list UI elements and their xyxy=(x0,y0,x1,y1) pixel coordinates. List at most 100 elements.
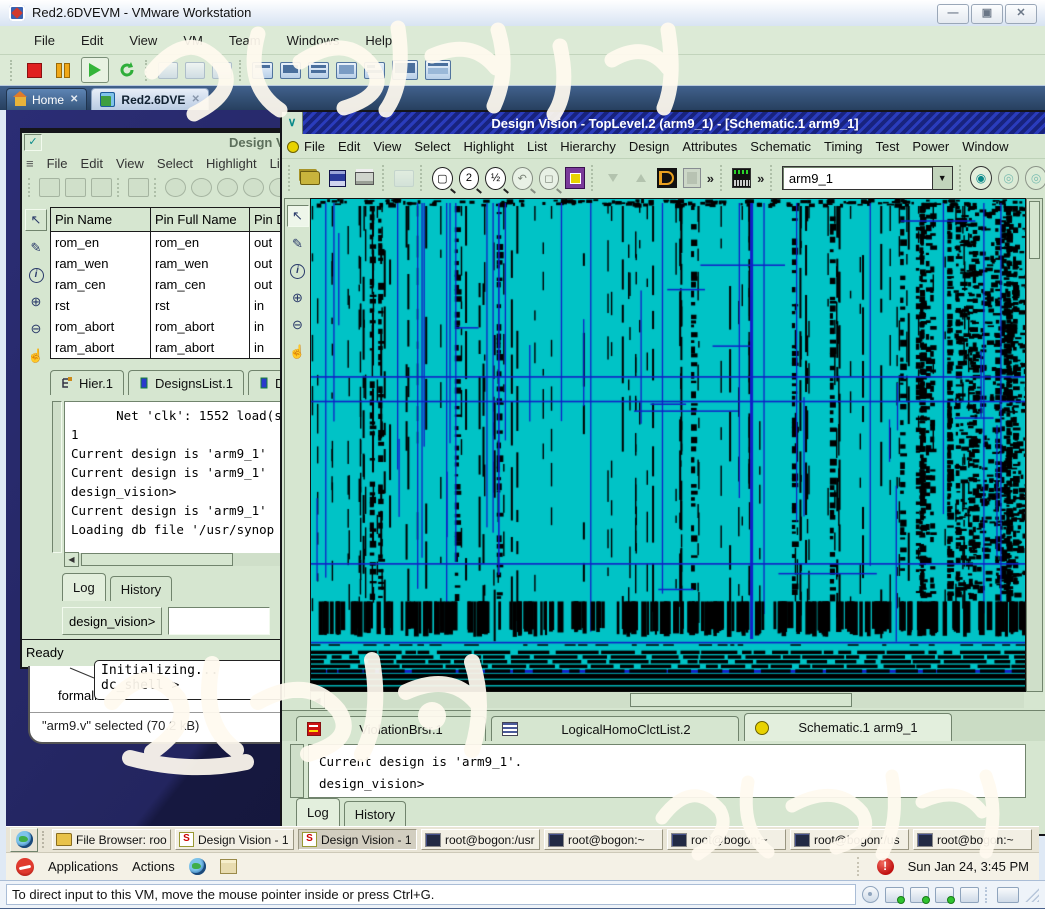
nav-forward-icon[interactable]: ◎ xyxy=(998,166,1020,190)
snapshot-manager-icon[interactable] xyxy=(212,62,232,79)
menu-team[interactable]: Team xyxy=(229,33,261,48)
dvf-menu-hierarchy[interactable]: Hierarchy xyxy=(560,139,616,154)
table-row[interactable]: ram_wenram_wenout xyxy=(51,253,295,274)
save-icon[interactable] xyxy=(327,166,348,190)
sound-device-icon[interactable] xyxy=(935,887,954,903)
tab-history[interactable]: History xyxy=(344,801,406,826)
combobox-dropdown-icon[interactable]: ▼ xyxy=(932,167,952,189)
zoom-full-icon[interactable] xyxy=(165,178,186,197)
tab-vm-red26dvevm[interactable]: Red2.6DVE ✕ xyxy=(91,88,208,110)
pin-table-header[interactable]: Pin Full Name xyxy=(151,208,250,232)
tab-log[interactable]: Log xyxy=(62,573,106,601)
suspend-button[interactable] xyxy=(52,60,74,80)
tab-home-close-icon[interactable]: ✕ xyxy=(70,94,78,105)
quick-switch-icon[interactable] xyxy=(392,60,418,80)
draw-tool-icon[interactable]: ✎ xyxy=(26,238,46,258)
dvf-menu-window[interactable]: Window xyxy=(962,139,1008,154)
zoom-in2-icon[interactable] xyxy=(191,178,212,197)
timing-report-icon[interactable] xyxy=(732,168,752,188)
taskbar-terminal-3[interactable]: root@bogon:~ xyxy=(667,829,786,850)
dvf-menu-attributes[interactable]: Attributes xyxy=(682,139,737,154)
schematic-vscrollbar[interactable] xyxy=(1026,198,1043,692)
open-icon[interactable] xyxy=(39,178,60,197)
tab-violation-browser[interactable]: ViolationBrsr.1 xyxy=(296,716,486,741)
taskbar-terminal-2[interactable]: root@bogon:~ xyxy=(544,829,663,850)
table-row[interactable]: ram_cenram_cenout xyxy=(51,274,295,295)
print-icon[interactable] xyxy=(354,166,375,190)
dvf-menu-select[interactable]: Select xyxy=(414,139,450,154)
tab-history[interactable]: History xyxy=(110,576,172,601)
tab-vm-close-icon[interactable]: ✕ xyxy=(191,94,199,105)
ascend-icon[interactable] xyxy=(630,166,651,190)
nav-back-icon[interactable]: ◉ xyxy=(970,166,992,190)
select-tool-icon[interactable]: ↖ xyxy=(25,209,47,231)
dvf-log-output[interactable]: Current design is 'arm9_1'. design_visio… xyxy=(308,744,1026,798)
zoom-out-tool-icon[interactable]: ⊖ xyxy=(26,319,46,339)
message-log-icon[interactable] xyxy=(997,887,1019,903)
taskbar-terminal-4[interactable]: root@bogon:/us xyxy=(790,829,909,850)
scroll-left-icon[interactable]: ◀ xyxy=(64,552,79,567)
dvb-window-menu-icon[interactable]: ✓ xyxy=(24,134,42,151)
snapshot-icon[interactable] xyxy=(158,62,178,79)
nav-up-icon[interactable]: ◎ xyxy=(1025,166,1045,190)
select-tool-icon[interactable]: ↖ xyxy=(287,205,309,227)
zoom-in-tool-icon[interactable]: ⊕ xyxy=(26,292,46,312)
usb-device-icon[interactable] xyxy=(960,887,979,903)
chip-view-icon[interactable] xyxy=(683,168,701,188)
power-off-button[interactable] xyxy=(23,60,45,80)
scroll-left-icon[interactable]: ◀ xyxy=(310,691,325,709)
table-row[interactable]: rstrstin xyxy=(51,295,295,316)
reset-button[interactable] xyxy=(116,60,138,80)
minimize-button[interactable]: — xyxy=(937,4,969,24)
design-vision-main-window[interactable]: ✓ Design Vi ≡ File Edit View Select High… xyxy=(20,128,296,669)
menu-file[interactable]: File xyxy=(34,33,55,48)
tab-hier[interactable]: Hier.1 xyxy=(50,370,124,395)
zoom-full-icon[interactable]: ▢ xyxy=(432,167,453,190)
dvb-log-hscrollbar[interactable]: ◀ xyxy=(64,553,292,566)
unity-icon[interactable] xyxy=(364,62,385,79)
tab-designslist[interactable]: DesignsList.1 xyxy=(128,370,244,395)
dvf-menu-list[interactable]: List xyxy=(527,139,547,154)
info-tool-icon[interactable]: i xyxy=(26,265,46,285)
table-row[interactable]: ram_abortram_abortin xyxy=(51,337,295,359)
actions-menu[interactable]: Actions xyxy=(132,859,175,874)
tab-log[interactable]: Log xyxy=(296,798,340,826)
zoom-half-icon[interactable] xyxy=(217,178,238,197)
taskbar-file-browser[interactable]: File Browser: roo xyxy=(52,829,171,850)
dvf-menu-design[interactable]: Design xyxy=(629,139,669,154)
dvb-menu-edit[interactable]: Edit xyxy=(81,156,103,171)
menu-edit[interactable]: Edit xyxy=(81,33,103,48)
dvf-menu-file[interactable]: File xyxy=(304,139,325,154)
pan-tool-icon[interactable]: ☝ xyxy=(288,342,308,362)
table-row[interactable]: rom_enrom_enout xyxy=(51,232,295,254)
view-full-design-icon[interactable] xyxy=(565,167,585,189)
table-row[interactable]: rom_abortrom_abortin xyxy=(51,316,295,337)
taskbar-design-vision-1[interactable]: S Design Vision - 1 xyxy=(175,829,294,850)
zoom-back-icon[interactable] xyxy=(243,178,264,197)
resize-grip[interactable] xyxy=(1025,888,1039,902)
dvf-menu-highlight[interactable]: Highlight xyxy=(463,139,514,154)
clock[interactable]: Sun Jan 24, 3:45 PM xyxy=(908,859,1029,874)
design-vision-schematic-window[interactable]: ∨ Design Vision - TopLevel.2 (arm9_1) - … xyxy=(280,110,1045,836)
dvb-menu-select[interactable]: Select xyxy=(157,156,193,171)
print-icon[interactable] xyxy=(91,178,112,197)
console-view-icon[interactable] xyxy=(308,62,329,79)
network-device-icon[interactable] xyxy=(910,887,929,903)
scroll-thumb[interactable] xyxy=(81,553,233,565)
zoom-out-tool-icon[interactable]: ⊖ xyxy=(288,315,308,335)
menu-view[interactable]: View xyxy=(129,33,157,48)
tab-home[interactable]: Home ✕ xyxy=(6,88,87,110)
dvf-menu-timing[interactable]: Timing xyxy=(824,139,863,154)
zoom-half-icon[interactable]: ½ xyxy=(485,167,506,190)
alert-notification-icon[interactable]: ! xyxy=(877,858,894,875)
tab-logical-homo-clct-list[interactable]: LogicalHomoClctList.2 xyxy=(491,716,739,741)
scroll-thumb[interactable] xyxy=(1029,201,1040,259)
dvb-menu-highlight[interactable]: Highlight xyxy=(206,156,257,171)
harddisk-device-icon[interactable] xyxy=(885,887,904,903)
pan-tool-icon[interactable]: ☝ xyxy=(26,346,46,366)
taskbar-design-vision-2[interactable]: S Design Vision - 1 xyxy=(298,829,417,850)
zoom-in-tool-icon[interactable]: ⊕ xyxy=(288,288,308,308)
taskbar-terminal-1[interactable]: root@bogon:/usr xyxy=(421,829,540,850)
descend-icon[interactable] xyxy=(603,166,624,190)
web-browser-launcher-icon[interactable] xyxy=(189,858,206,875)
